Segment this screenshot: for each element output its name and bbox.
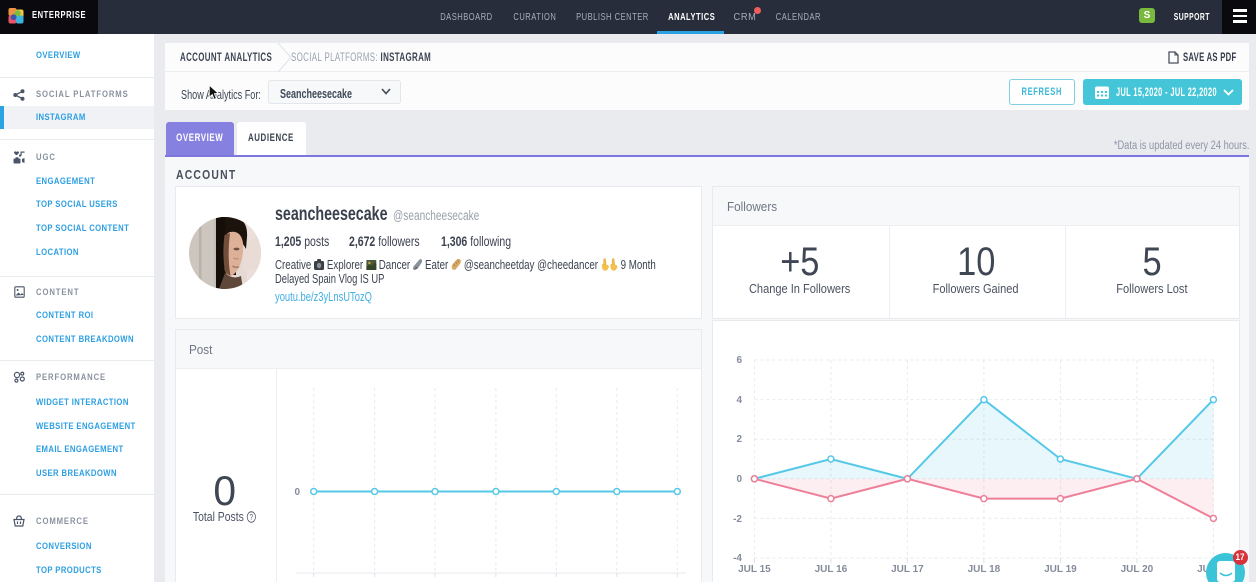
svg-text:JUL 20: JUL 20 [1121, 564, 1154, 575]
svg-text:JUL 19: JUL 19 [1044, 564, 1077, 575]
svg-text:4: 4 [736, 395, 742, 406]
svg-text:JUL 16: JUL 16 [815, 564, 848, 575]
svg-text:0: 0 [736, 474, 742, 485]
svg-text:-4: -4 [733, 553, 742, 564]
svg-text:JUL 15: JUL 15 [738, 564, 771, 575]
svg-text:JUL 18: JUL 18 [968, 564, 1001, 575]
svg-text:-2: -2 [733, 514, 742, 525]
svg-text:?: ? [250, 512, 254, 522]
svg-text:2: 2 [736, 434, 742, 445]
svg-text:6: 6 [736, 355, 742, 366]
svg-text:0: 0 [294, 487, 300, 498]
svg-text:JUL 17: JUL 17 [891, 564, 924, 575]
